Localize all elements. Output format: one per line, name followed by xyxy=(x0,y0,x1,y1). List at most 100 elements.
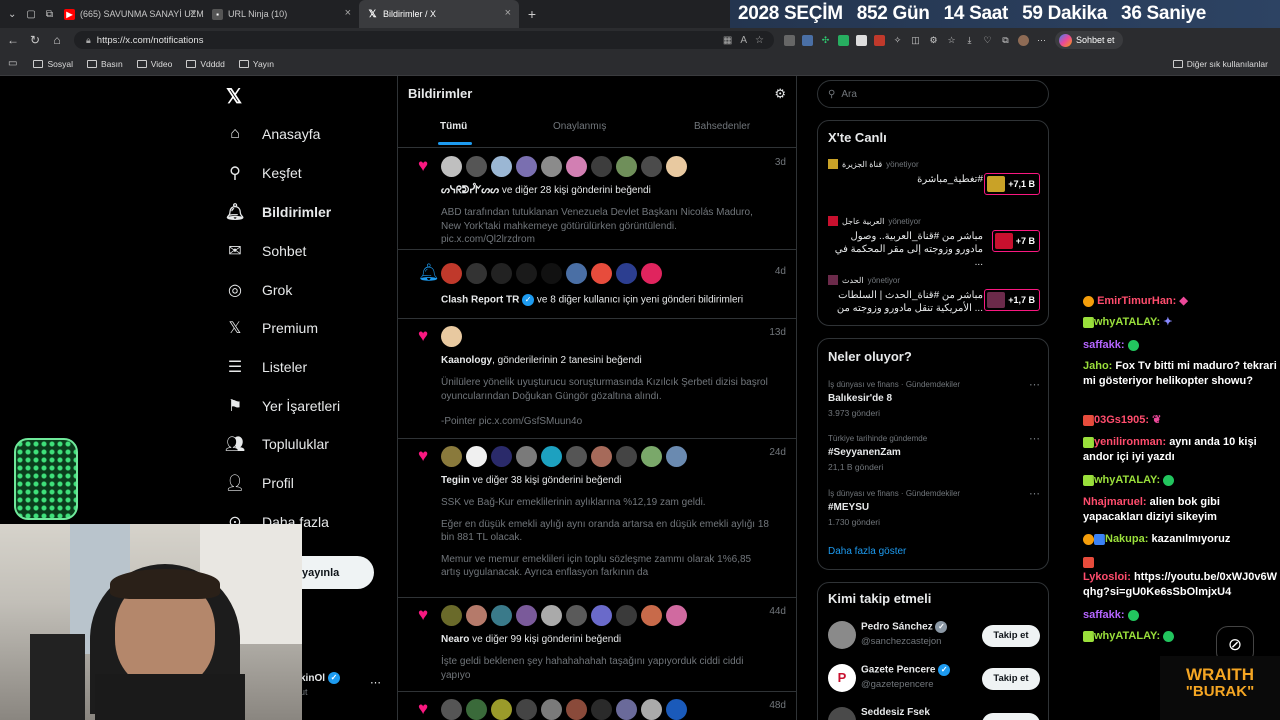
more-icon[interactable]: ⋯ xyxy=(370,676,381,689)
user-name[interactable]: ᔕᓭᖇᕲᓮᖼᔕᔕ xyxy=(441,185,499,196)
favorites-icon[interactable]: ☆ xyxy=(946,35,957,46)
workspaces-icon[interactable]: ▢ xyxy=(26,9,35,20)
avatar[interactable] xyxy=(566,446,587,467)
split-screen-icon[interactable]: ◫ xyxy=(910,35,921,46)
more-icon[interactable]: ⋯ xyxy=(1029,487,1040,500)
extension-icon[interactable] xyxy=(874,34,885,46)
extension-icon[interactable] xyxy=(838,34,849,46)
avatar[interactable] xyxy=(666,446,687,467)
close-icon[interactable]: × xyxy=(190,7,196,19)
nav-messages[interactable]: ✉ Sohbet xyxy=(222,236,306,266)
downloads-icon[interactable]: ⤓ xyxy=(964,35,975,46)
avatar[interactable] xyxy=(591,605,612,626)
nav-notifications[interactable]: 🔔︎ Bildirimler xyxy=(222,197,331,227)
avatar[interactable] xyxy=(666,699,687,720)
favorite-star-icon[interactable]: ☆ xyxy=(755,35,764,46)
avatar[interactable] xyxy=(641,263,662,284)
search-input[interactable]: ⚲ Ara xyxy=(817,80,1049,108)
avatar[interactable] xyxy=(466,263,487,284)
notification-item[interactable]: ♥ 24d Tegiin ve diğer 38 kişi gönderini … xyxy=(398,439,796,598)
trend-item[interactable]: İş dünyası ve finans · Gündemdekiler #ME… xyxy=(828,487,1040,527)
browser-tab-x[interactable]: 𝕏 Bildirimler / X × xyxy=(359,0,519,28)
avatar[interactable] xyxy=(491,605,512,626)
avatar[interactable] xyxy=(441,326,462,347)
bookmark-folder[interactable]: Video xyxy=(136,59,172,69)
x-logo-icon[interactable]: 𝕏 xyxy=(226,84,242,109)
avatar[interactable] xyxy=(591,156,612,177)
url-bar[interactable]: 🔒︎ https://x.com/notifications ▦ A ☆ xyxy=(74,31,774,49)
avatar[interactable] xyxy=(516,699,537,720)
gear-icon[interactable]: ⚙ xyxy=(774,86,786,102)
avatar[interactable] xyxy=(516,263,537,284)
avatar[interactable] xyxy=(516,446,537,467)
reload-icon[interactable]: ↻ xyxy=(24,33,46,47)
avatar[interactable] xyxy=(666,605,687,626)
home-icon[interactable]: ⌂ xyxy=(46,33,68,47)
avatar[interactable] xyxy=(666,156,687,177)
avatar[interactable] xyxy=(616,263,637,284)
avatar[interactable] xyxy=(616,156,637,177)
show-more-link[interactable]: Daha fazla göster xyxy=(828,546,906,557)
avatar[interactable] xyxy=(441,605,462,626)
bookmark-folder[interactable]: Basın xyxy=(86,59,123,69)
notification-item[interactable]: ♥ 48d xyxy=(398,692,796,720)
tab-all[interactable]: Tümü xyxy=(440,121,467,132)
extensions-icon[interactable]: ⚙ xyxy=(928,35,939,46)
browser-tab-youtube[interactable]: ▶ (665) SAVUNMA SANAYİ UZMANI × xyxy=(56,0,204,28)
avatar[interactable] xyxy=(441,699,462,720)
browser-tab-url-ninja[interactable]: ▪ URL Ninja (10) × xyxy=(204,0,359,28)
user-name[interactable]: Kaanology xyxy=(441,355,492,366)
live-item[interactable]: الحدث yönetiyor مباشر من #قناة_الحدث | ال… xyxy=(828,275,1040,325)
follow-suggestion[interactable]: Seddesiz Fsek xyxy=(828,703,1040,720)
tab-mentions[interactable]: Bahsedenler xyxy=(694,121,750,132)
avatar[interactable] xyxy=(541,156,562,177)
avatar[interactable] xyxy=(641,605,662,626)
avatar[interactable] xyxy=(641,699,662,720)
user-name[interactable]: Clash Report TR xyxy=(441,295,519,306)
nav-home[interactable]: ⌂ Anasayfa xyxy=(222,119,320,149)
avatar[interactable] xyxy=(591,446,612,467)
avatar[interactable] xyxy=(441,263,462,284)
live-item[interactable]: العربية عاجل yönetiyor مباشر من #قناة_الع… xyxy=(828,216,1040,271)
more-icon[interactable]: ⋯ xyxy=(1029,378,1040,391)
new-tab-button[interactable]: + xyxy=(519,6,545,22)
user-name[interactable]: Tegiin xyxy=(441,475,470,486)
post-link[interactable]: pic.x.com/Ql2lrzdrom xyxy=(441,233,771,247)
tab-verified[interactable]: Onaylanmış xyxy=(553,121,606,132)
notification-item[interactable]: ♥ 3d ᔕᓭᖇᕲᓮᖼᔕᔕ ve diğer 28 kişi gönderini… xyxy=(398,149,796,250)
collections-icon[interactable]: ⧉ xyxy=(1000,35,1011,46)
more-icon[interactable]: ⋯ xyxy=(1029,432,1040,445)
avatar[interactable] xyxy=(441,446,462,467)
avatar[interactable] xyxy=(616,699,637,720)
follow-button[interactable]: Takip et xyxy=(982,625,1040,647)
follow-button[interactable]: Takip et xyxy=(982,668,1040,690)
nav-explore[interactable]: ⚲ Keşfet xyxy=(222,158,302,188)
nav-communities[interactable]: 👥︎ Topluluklar xyxy=(222,429,329,459)
avatar[interactable] xyxy=(491,156,512,177)
avatar[interactable]: P xyxy=(828,664,856,692)
close-icon[interactable]: × xyxy=(505,7,511,19)
avatar[interactable] xyxy=(541,605,562,626)
trend-item[interactable]: İş dünyası ve finans · Gündemdekiler Bal… xyxy=(828,378,1040,418)
avatar[interactable] xyxy=(441,156,462,177)
other-favorites-folder[interactable]: Diğer sık kullanılanlar xyxy=(1172,59,1268,69)
bookmark-folder[interactable]: Yayın xyxy=(238,59,274,69)
avatar[interactable] xyxy=(566,263,587,284)
app-available-icon[interactable]: ▦ xyxy=(723,35,732,46)
nav-grok[interactable]: ◎ Grok xyxy=(222,275,292,305)
avatar[interactable] xyxy=(466,605,487,626)
more-icon[interactable]: ⋯ xyxy=(1036,35,1047,46)
notification-item[interactable]: ♥ 13d Kaanology, gönderilerinin 2 tanesi… xyxy=(398,319,796,439)
copilot-button[interactable]: Sohbet et xyxy=(1055,31,1123,49)
read-aloud-icon[interactable]: A xyxy=(740,35,747,46)
tab-menu-icon[interactable]: ⌄ xyxy=(8,9,16,20)
avatar[interactable] xyxy=(591,263,612,284)
avatar[interactable] xyxy=(616,605,637,626)
notification-item[interactable]: 🔔︎ 4d Clash Report TR ✓ ve 8 diğer kulla… xyxy=(398,250,796,319)
avatar[interactable] xyxy=(641,156,662,177)
extension-icon[interactable] xyxy=(802,34,813,46)
tab-groups-icon[interactable]: ⧉ xyxy=(46,9,53,20)
avatar[interactable] xyxy=(466,446,487,467)
user-name[interactable]: Nearo xyxy=(441,634,469,645)
account-switcher[interactable]: kinOl ✓ xyxy=(300,672,341,684)
